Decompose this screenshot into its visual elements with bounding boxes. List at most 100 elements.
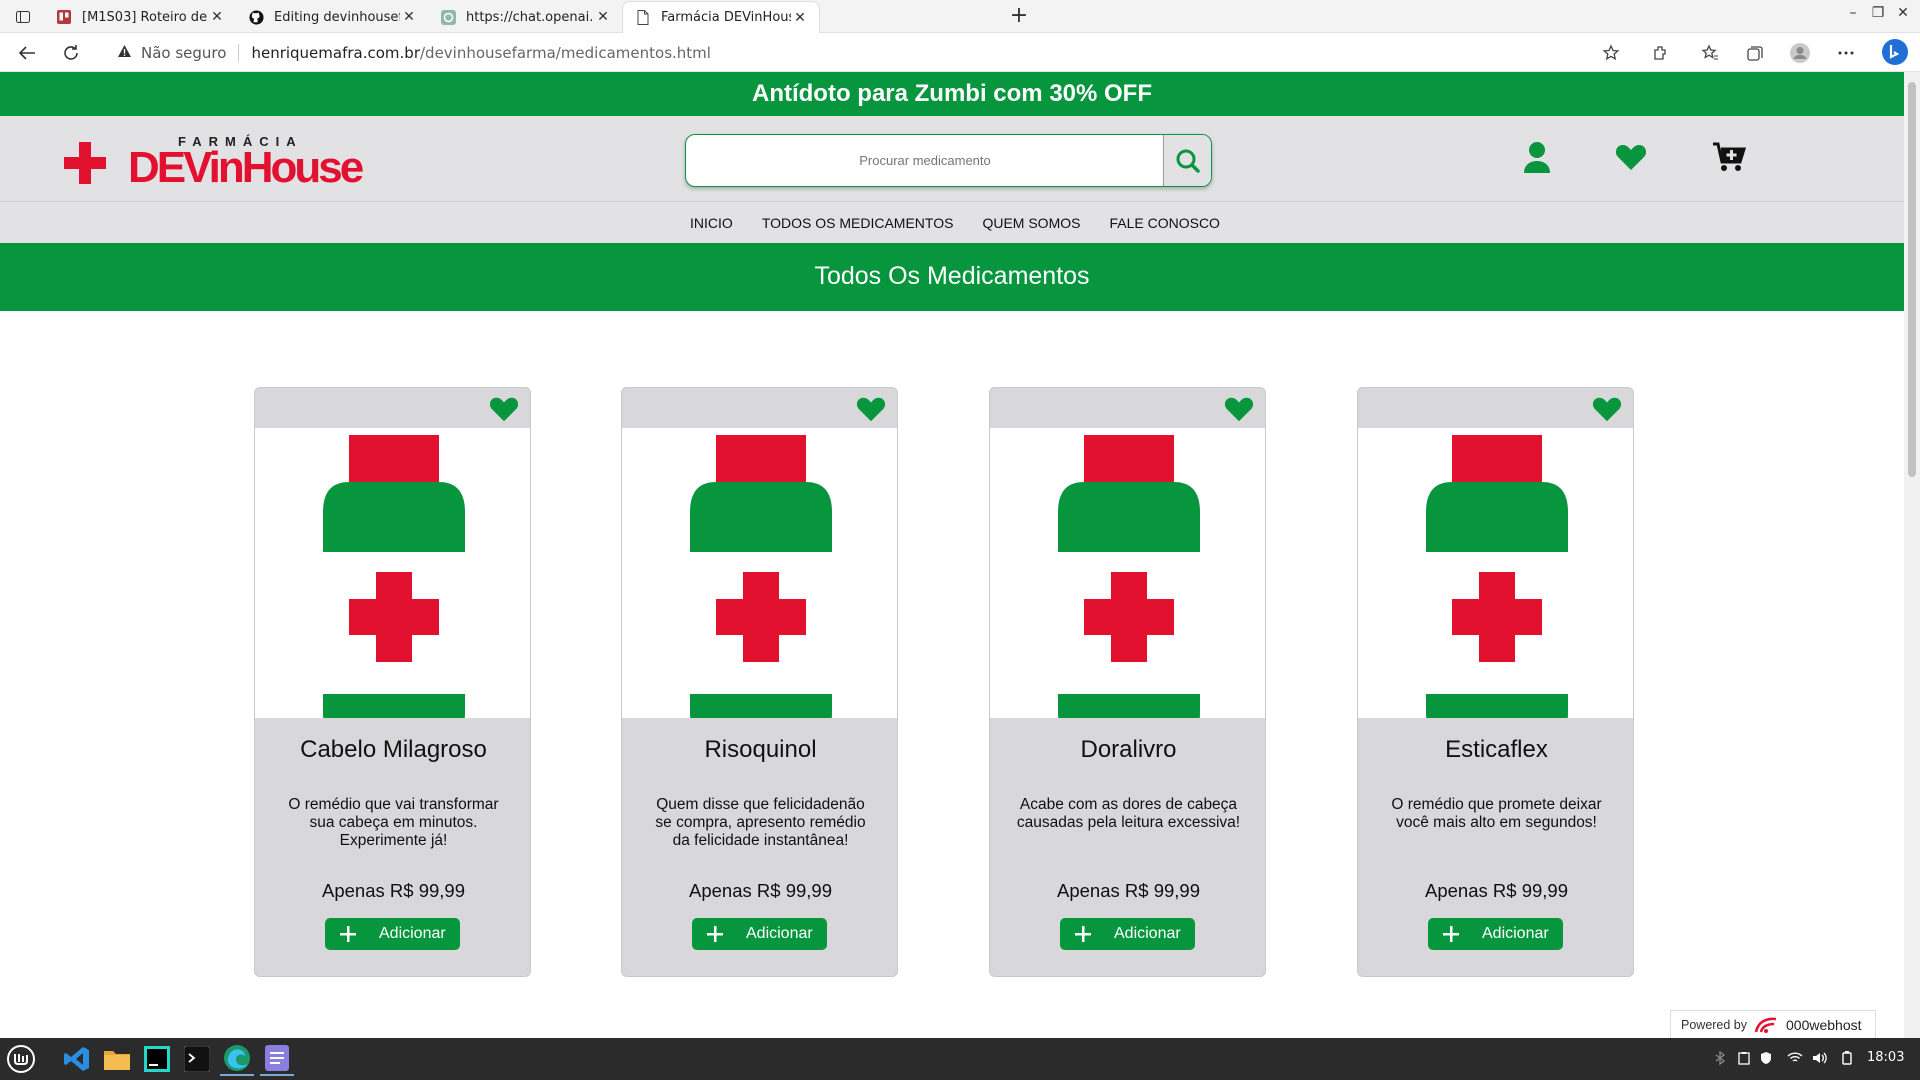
product-price: Apenas R$ 99,99 (689, 880, 832, 901)
card-top (622, 388, 897, 428)
powered-by-badge[interactable]: Powered by 000webhost (1670, 1010, 1876, 1038)
github-icon (248, 9, 264, 25)
menu-item-fale-conosco[interactable]: FALE CONOSCO (1109, 215, 1219, 231)
browser-tab-active[interactable]: Farmácia DEVinHouse ✕ (622, 1, 820, 33)
add-to-cart-button[interactable]: Adicionar (1060, 918, 1195, 950)
minimize-icon[interactable]: – (1843, 5, 1863, 21)
cart-icon[interactable] (1712, 140, 1746, 174)
close-tab-icon[interactable]: ✕ (208, 9, 226, 25)
wifi-icon[interactable] (1787, 1050, 1803, 1066)
browser-tab[interactable]: [M1S03] Roteiro de Mini-Proje ✕ (44, 1, 236, 33)
bluetooth-icon[interactable] (1712, 1050, 1728, 1066)
clipboard-icon[interactable] (1736, 1050, 1752, 1066)
search-box (685, 134, 1212, 187)
medicine-bottle-icon (1058, 435, 1200, 730)
product-price: Apenas R$ 99,99 (1057, 880, 1200, 901)
close-tab-icon[interactable]: ✕ (791, 10, 809, 26)
product-card: Doralivro Acabe com as dores de cabeça c… (989, 387, 1266, 977)
favorite-heart-icon[interactable] (1592, 395, 1622, 423)
add-to-cart-button[interactable]: Adicionar (1428, 918, 1563, 950)
address-bar-row: Não seguro henriquemafra.com.br/devinhou… (0, 33, 1920, 72)
site-logo[interactable]: FARMÁCIA DEVinHouse (62, 134, 382, 192)
product-name: Cabelo Milagroso (300, 736, 487, 763)
mint-menu-icon[interactable] (4, 1042, 38, 1076)
product-image (1358, 428, 1633, 730)
close-tab-icon[interactable]: ✕ (594, 9, 612, 25)
user-icon[interactable] (1520, 140, 1554, 174)
close-tab-icon[interactable]: ✕ (400, 9, 418, 25)
restore-icon[interactable]: ❐ (1868, 5, 1888, 21)
tab-actions-icon[interactable] (10, 6, 36, 28)
search-input[interactable] (686, 135, 1164, 186)
product-description: Quem disse que felicidadenão se compra, … (655, 796, 866, 849)
volume-icon[interactable] (1812, 1050, 1828, 1066)
shield-icon[interactable] (1758, 1050, 1774, 1066)
main-menu: INICIO TODOS OS MEDICAMENTOS QUEM SOMOS … (0, 202, 1904, 243)
medicine-bottle-icon (323, 435, 465, 730)
new-tab-button[interactable]: + (1006, 4, 1032, 30)
power-icon[interactable] (1839, 1050, 1855, 1066)
tab-title: Farmácia DEVinHouse (661, 10, 791, 25)
plus-icon (340, 926, 356, 942)
security-label[interactable]: Não seguro (141, 44, 226, 62)
terminal-icon[interactable] (180, 1042, 214, 1076)
product-description: O remédio que promete deixar você mais a… (1391, 796, 1602, 831)
more-options-icon[interactable] (1835, 42, 1857, 64)
plus-icon (1443, 926, 1459, 942)
product-name: Risoquinol (704, 736, 817, 763)
vscode-icon[interactable] (60, 1042, 94, 1076)
add-favorite-icon[interactable] (1600, 42, 1622, 64)
files-icon[interactable] (100, 1042, 134, 1076)
product-card: Cabelo Milagroso O remédio que vai trans… (254, 387, 531, 977)
webstorm-icon[interactable] (140, 1042, 174, 1076)
profile-avatar-icon[interactable] (1789, 42, 1811, 64)
menu-item-todos-medicamentos[interactable]: TODOS OS MEDICAMENTOS (762, 215, 954, 231)
extensions-icon[interactable] (1650, 42, 1672, 64)
close-window-icon[interactable]: ✕ (1893, 5, 1913, 21)
product-image (990, 428, 1265, 730)
favorite-heart-icon[interactable] (856, 395, 886, 423)
back-icon[interactable] (16, 42, 38, 64)
favorite-heart-icon[interactable] (489, 395, 519, 423)
add-to-cart-button[interactable]: Adicionar (692, 918, 827, 950)
product-card: Esticaflex O remédio que promete deixar … (1357, 387, 1634, 977)
card-top (255, 388, 530, 428)
product-name: Esticaflex (1445, 736, 1548, 763)
favorites-icon[interactable] (1699, 42, 1721, 64)
reload-icon[interactable] (60, 42, 82, 64)
card-top (1358, 388, 1633, 428)
url-text[interactable]: henriquemafra.com.br/devinhousefarma/med… (251, 44, 711, 62)
scrollbar-thumb[interactable] (1908, 82, 1916, 477)
tab-title: [M1S03] Roteiro de Mini-Proje (82, 9, 208, 25)
favorite-heart-icon[interactable] (1224, 395, 1254, 423)
search-icon (1176, 149, 1200, 173)
menu-item-quem-somos[interactable]: QUEM SOMOS (982, 215, 1080, 231)
product-description: Acabe com as dores de cabeça causadas pe… (1016, 796, 1241, 831)
add-button-label: Adicionar (379, 925, 446, 942)
edge-icon[interactable] (220, 1042, 254, 1076)
os-taskbar: 18:03 (0, 1038, 1920, 1080)
product-image (255, 428, 530, 730)
warning-icon (117, 44, 133, 62)
logo-title: DEVinHouse (128, 143, 364, 192)
url-domain: henriquemafra.com.br (251, 43, 420, 62)
heart-icon[interactable] (1614, 140, 1648, 174)
divider (238, 43, 240, 62)
menu-item-inicio[interactable]: INICIO (690, 215, 733, 231)
add-button-label: Adicionar (1114, 925, 1181, 942)
product-image (622, 428, 897, 730)
collections-icon[interactable] (1744, 42, 1766, 64)
search-button[interactable] (1163, 135, 1211, 186)
bing-icon[interactable] (1881, 38, 1909, 66)
add-button-label: Adicionar (746, 925, 813, 942)
plus-icon (1075, 926, 1091, 942)
medicine-bottle-icon (690, 435, 832, 730)
browser-tab[interactable]: Editing devinhousefarma/RE/ ✕ (236, 1, 428, 33)
add-to-cart-button[interactable]: Adicionar (325, 918, 460, 950)
page-scrollbar[interactable] (1904, 72, 1920, 1038)
browser-tab[interactable]: https://chat.openai.com ✕ (428, 1, 622, 33)
webhost-logo-icon (1754, 1017, 1777, 1033)
text-editor-icon[interactable] (260, 1042, 294, 1076)
clock[interactable]: 18:03 (1867, 1050, 1904, 1065)
url-field[interactable]: Não seguro henriquemafra.com.br/devinhou… (100, 37, 1630, 68)
